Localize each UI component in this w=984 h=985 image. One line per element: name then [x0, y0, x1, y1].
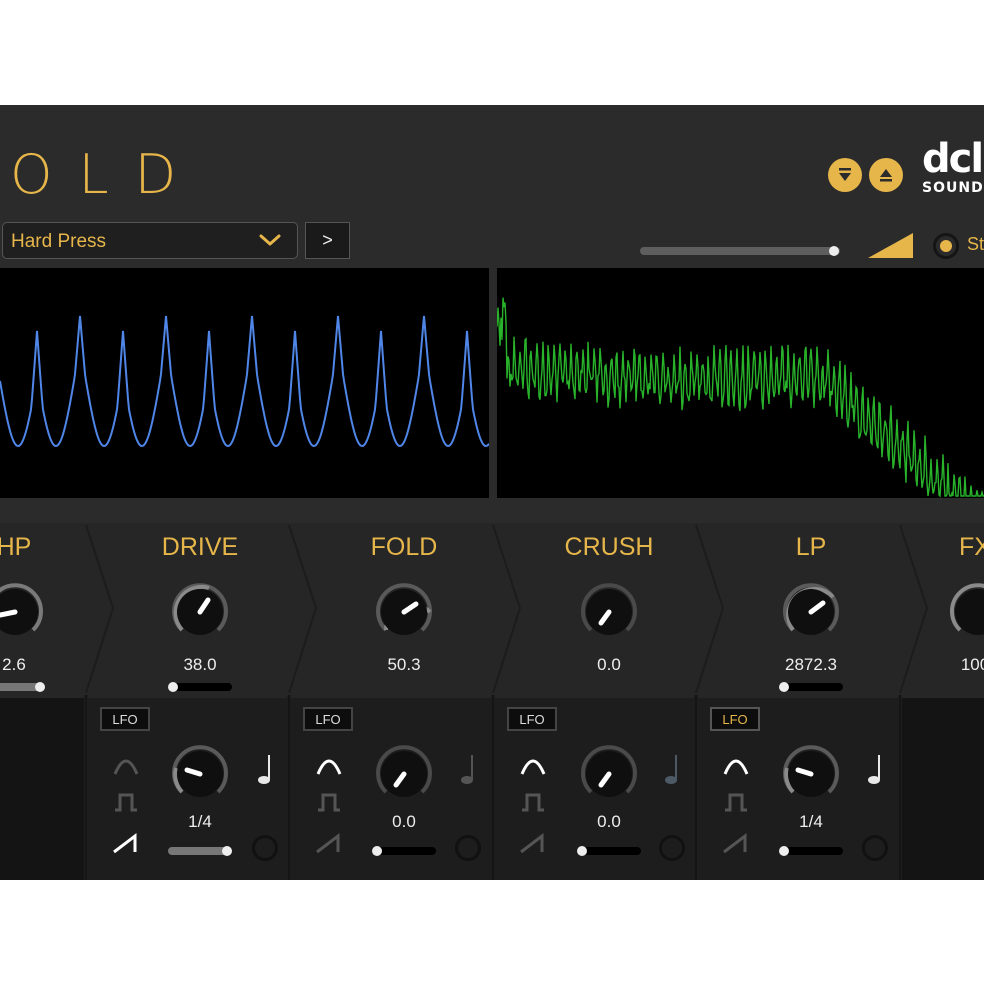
- fx-value: 100: [960, 655, 984, 674]
- stereo-label: St: [967, 234, 984, 254]
- next-preset-button[interactable]: >: [305, 222, 350, 259]
- saw-wave-icon[interactable]: [315, 831, 343, 855]
- lp-slider-thumb[interactable]: [779, 682, 789, 692]
- lfo-depth-thumb[interactable]: [372, 846, 382, 856]
- fx-lfo-empty: [902, 698, 984, 880]
- lfo-value: 0.0: [392, 812, 416, 831]
- lfo-depth-thumb[interactable]: [222, 846, 232, 856]
- lfo-panel-fold: LFO 0.0: [291, 698, 492, 880]
- lfo-badge[interactable]: LFO: [100, 707, 150, 731]
- lfo-depth-thumb[interactable]: [779, 846, 789, 856]
- note-icon[interactable]: [663, 753, 681, 787]
- crush-knob[interactable]: [577, 580, 641, 644]
- lfo-depth-thumb[interactable]: [577, 846, 587, 856]
- volume-ramp-icon: [868, 233, 913, 258]
- lfo-value: 0.0: [597, 812, 621, 831]
- triangle-wave-icon[interactable]: [519, 754, 547, 778]
- saw-wave-icon[interactable]: [722, 831, 750, 855]
- lfo-badge[interactable]: LFO: [507, 707, 557, 731]
- square-wave-icon[interactable]: [519, 790, 547, 814]
- logo-mark: dcl: [922, 136, 984, 182]
- lfo-value: 1/4: [188, 812, 212, 831]
- preset-dropdown[interactable]: Hard Press: [2, 222, 298, 259]
- fold-value: 50.3: [387, 655, 421, 674]
- lfo-badge-active[interactable]: LFO: [710, 707, 760, 731]
- crush-value: 0.0: [597, 655, 621, 674]
- lfo-panel-crush: LFO 0.0: [495, 698, 695, 880]
- lfo-value: 1/4: [799, 812, 823, 831]
- lfo-rate-knob[interactable]: [779, 742, 843, 806]
- stereo-toggle[interactable]: [933, 233, 959, 259]
- square-wave-icon[interactable]: [722, 790, 750, 814]
- lfo-sync-toggle[interactable]: [659, 835, 685, 861]
- hp-mod-slider[interactable]: [0, 682, 45, 692]
- module-title-lp: LP: [795, 533, 827, 561]
- note-icon[interactable]: [459, 753, 477, 787]
- triangle-wave-icon[interactable]: [112, 754, 140, 778]
- preset-down-button[interactable]: [828, 158, 862, 192]
- plugin-window: OLD dcl SOUND Hard Press > St HP 2.6 DRI…: [0, 105, 984, 880]
- plugin-title: OLD: [10, 143, 203, 206]
- lfo-depth-slider[interactable]: [168, 846, 232, 856]
- lfo-badge[interactable]: LFO: [303, 707, 353, 731]
- module-title-fx: FX: [959, 533, 984, 561]
- hp-slider-thumb[interactable]: [35, 682, 45, 692]
- waveform-trace: [0, 315, 489, 448]
- preset-eject-button[interactable]: [869, 158, 903, 192]
- fx-knob[interactable]: [946, 580, 984, 644]
- waveform-scope: [0, 268, 489, 498]
- lfo-depth-slider[interactable]: [577, 846, 641, 856]
- module-title-drive: DRIVE: [161, 533, 239, 561]
- output-slider[interactable]: [640, 246, 840, 256]
- hp-knob[interactable]: [0, 580, 47, 644]
- lp-knob[interactable]: [779, 580, 843, 644]
- preset-name: Hard Press: [11, 231, 107, 252]
- logo-text: SOUND: [922, 180, 984, 196]
- lfo-sync-toggle[interactable]: [862, 835, 888, 861]
- note-icon[interactable]: [866, 753, 884, 787]
- module-title-crush: CRUSH: [564, 533, 654, 561]
- module-title-hp: HP: [0, 533, 32, 561]
- output-slider-thumb[interactable]: [829, 246, 839, 256]
- lfo-depth-slider[interactable]: [779, 846, 843, 856]
- lfo-panel-lp: LFO 1/4: [698, 698, 899, 880]
- lfo-sync-toggle[interactable]: [252, 835, 278, 861]
- saw-wave-icon[interactable]: [519, 831, 547, 855]
- eject-icon: [880, 169, 892, 182]
- spectrum-trace: [497, 297, 984, 498]
- spectrum-scope: [497, 268, 984, 498]
- lfo-sync-toggle[interactable]: [455, 835, 481, 861]
- drive-slider-thumb[interactable]: [168, 682, 178, 692]
- lfo-rate-knob[interactable]: [168, 742, 232, 806]
- triangle-wave-icon[interactable]: [722, 754, 750, 778]
- drive-mod-slider[interactable]: [168, 682, 232, 692]
- hp-lfo-empty: [0, 698, 84, 880]
- arrow-down-icon: [839, 168, 851, 181]
- square-wave-icon[interactable]: [112, 790, 140, 814]
- drive-knob[interactable]: [168, 580, 232, 644]
- hp-value: 2.6: [2, 655, 26, 674]
- lp-mod-slider[interactable]: [779, 682, 843, 692]
- lfo-depth-slider[interactable]: [372, 846, 436, 856]
- lfo-rate-knob[interactable]: [577, 742, 641, 806]
- note-icon[interactable]: [256, 753, 274, 787]
- module-title-fold: FOLD: [370, 533, 438, 561]
- lp-value: 2872.3: [785, 655, 837, 674]
- lfo-rate-knob[interactable]: [372, 742, 436, 806]
- fold-knob[interactable]: [372, 580, 436, 644]
- brand-logo: dcl SOUND: [922, 139, 984, 199]
- saw-wave-icon[interactable]: [112, 831, 140, 855]
- chevron-down-icon: [259, 234, 281, 246]
- square-wave-icon[interactable]: [315, 790, 343, 814]
- lfo-panel-drive: LFO 1/4: [88, 698, 288, 880]
- triangle-wave-icon[interactable]: [315, 754, 343, 778]
- modules-strip: HP 2.6 DRIVE 38.0 FOLD 50.3 CRUSH 0.0 LP…: [0, 523, 984, 880]
- drive-value: 38.0: [183, 655, 217, 674]
